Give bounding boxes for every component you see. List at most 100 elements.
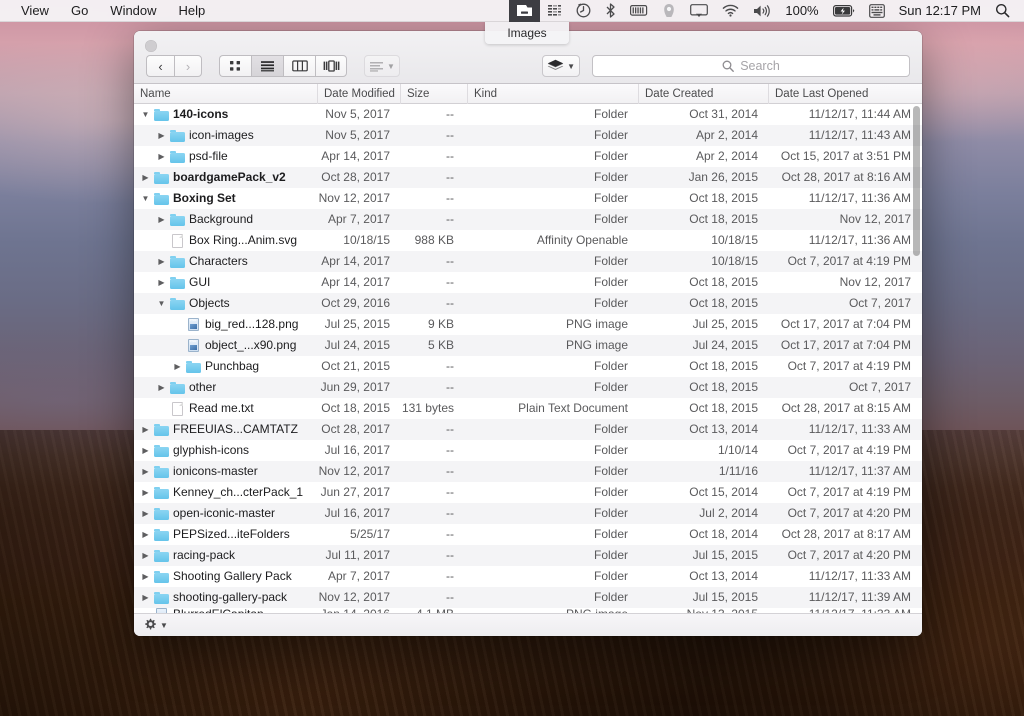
disclosure-triangle-closed[interactable]: ▶: [155, 146, 168, 167]
file-name-cell[interactable]: ▶Shooting Gallery Pack: [134, 566, 318, 587]
disclosure-triangle-closed[interactable]: ▶: [139, 503, 152, 524]
file-list[interactable]: ▼140-iconsNov 5, 2017--FolderOct 31, 201…: [134, 104, 922, 613]
disclosure-triangle-closed[interactable]: ▶: [139, 482, 152, 503]
table-row[interactable]: ▶object_...x90.pngJul 24, 20155 KBPNG im…: [134, 335, 922, 356]
table-row[interactable]: ▶ionicons-masterNov 12, 2017--Folder1/11…: [134, 461, 922, 482]
file-name-cell[interactable]: ▶ionicons-master: [134, 461, 318, 482]
file-name-cell[interactable]: ▶Box Ring...Anim.svg: [134, 230, 318, 251]
menu-go[interactable]: Go: [60, 0, 99, 22]
disclosure-triangle-closed[interactable]: ▶: [155, 125, 168, 146]
disclosure-triangle-closed[interactable]: ▶: [139, 545, 152, 566]
file-name-cell[interactable]: ▶object_...x90.png: [134, 335, 318, 356]
airplay-icon[interactable]: [683, 0, 715, 22]
table-row[interactable]: ▶shooting-gallery-packNov 12, 2017--Fold…: [134, 587, 922, 608]
table-row[interactable]: ▶icon-imagesNov 5, 2017--FolderApr 2, 20…: [134, 125, 922, 146]
wifi-icon[interactable]: [715, 0, 746, 22]
icon-view-button[interactable]: [219, 55, 251, 77]
file-name-cell[interactable]: ▶icon-images: [134, 125, 318, 146]
menu-view[interactable]: View: [10, 0, 60, 22]
table-row[interactable]: ▶PunchbagOct 21, 2015--FolderOct 18, 201…: [134, 356, 922, 377]
file-name-cell[interactable]: ▶PEPSized...iteFolders: [134, 524, 318, 545]
scanner-icon[interactable]: [509, 0, 540, 22]
disclosure-triangle-open[interactable]: ▼: [139, 104, 152, 125]
file-name-cell[interactable]: ▼Boxing Set: [134, 188, 318, 209]
search-input[interactable]: Search: [592, 55, 910, 77]
table-row[interactable]: ▶BlurredElCapitanJan 14, 20164.1 MBPNG i…: [134, 608, 922, 613]
menu-window[interactable]: Window: [99, 0, 167, 22]
file-name-cell[interactable]: ▶Punchbag: [134, 356, 318, 377]
file-name-cell[interactable]: ▶Read me.txt: [134, 398, 318, 419]
table-row[interactable]: ▶glyphish-iconsJul 16, 2017--Folder1/10/…: [134, 440, 922, 461]
table-row[interactable]: ▶FREEUIAS...CAMTATZOct 28, 2017--FolderO…: [134, 419, 922, 440]
disclosure-triangle-closed[interactable]: ▶: [139, 440, 152, 461]
vertical-scrollbar[interactable]: [913, 106, 920, 256]
table-row[interactable]: ▶Read me.txtOct 18, 2015131 bytesPlain T…: [134, 398, 922, 419]
disclosure-triangle-closed[interactable]: ▶: [139, 167, 152, 188]
table-row[interactable]: ▼ObjectsOct 29, 2016--FolderOct 18, 2015…: [134, 293, 922, 314]
disclosure-triangle-closed[interactable]: ▶: [139, 461, 152, 482]
forward-button[interactable]: ›: [174, 55, 202, 77]
file-name-cell[interactable]: ▶other: [134, 377, 318, 398]
disclosure-triangle-open[interactable]: ▼: [139, 188, 152, 209]
column-view-button[interactable]: [283, 55, 315, 77]
back-button[interactable]: ‹: [146, 55, 174, 77]
volume-icon[interactable]: [746, 0, 778, 22]
file-name-cell[interactable]: ▶boardgamePack_v2: [134, 167, 318, 188]
column-header-created[interactable]: Date Created: [639, 84, 769, 104]
charging-battery-icon[interactable]: [826, 0, 862, 22]
file-name-cell[interactable]: ▼Objects: [134, 293, 318, 314]
disclosure-triangle-closed[interactable]: ▶: [155, 251, 168, 272]
spotlight-icon[interactable]: [988, 0, 1017, 22]
table-row[interactable]: ▶boardgamePack_v2Oct 28, 2017--FolderJan…: [134, 167, 922, 188]
column-header-opened[interactable]: Date Last Opened: [769, 84, 922, 104]
equalizer-icon[interactable]: [540, 0, 569, 22]
disclosure-triangle-closed[interactable]: ▶: [139, 566, 152, 587]
table-row[interactable]: ▶Kenney_ch...cterPack_1Jun 27, 2017--Fol…: [134, 482, 922, 503]
table-row[interactable]: ▶otherJun 29, 2017--FolderOct 18, 2015Oc…: [134, 377, 922, 398]
input-source-icon[interactable]: [862, 0, 892, 22]
table-row[interactable]: ▶open-iconic-masterJul 16, 2017--FolderJ…: [134, 503, 922, 524]
disclosure-triangle-open[interactable]: ▼: [155, 293, 168, 314]
table-row[interactable]: ▶BackgroundApr 7, 2017--FolderOct 18, 20…: [134, 209, 922, 230]
table-row[interactable]: ▶Shooting Gallery PackApr 7, 2017--Folde…: [134, 566, 922, 587]
battery-bar-icon[interactable]: [623, 0, 655, 22]
finder-window[interactable]: ‹ ›: [134, 31, 922, 636]
gallery-view-button[interactable]: [315, 55, 347, 77]
table-row[interactable]: ▶psd-fileApr 14, 2017--FolderApr 2, 2014…: [134, 146, 922, 167]
table-row[interactable]: ▼Boxing SetNov 12, 2017--FolderOct 18, 2…: [134, 188, 922, 209]
file-name-cell[interactable]: ▶BlurredElCapitan: [134, 608, 318, 613]
table-row[interactable]: ▶Box Ring...Anim.svg10/18/15988 KBAffini…: [134, 230, 922, 251]
disclosure-triangle-closed[interactable]: ▶: [171, 356, 184, 377]
column-header-kind[interactable]: Kind: [468, 84, 639, 104]
disclosure-triangle-closed[interactable]: ▶: [139, 524, 152, 545]
list-view-button[interactable]: [251, 55, 283, 77]
disclosure-triangle-closed[interactable]: ▶: [155, 209, 168, 230]
file-name-cell[interactable]: ▶big_red...128.png: [134, 314, 318, 335]
column-header-size[interactable]: Size: [401, 84, 468, 104]
disclosure-triangle-closed[interactable]: ▶: [155, 377, 168, 398]
table-row[interactable]: ▶PEPSized...iteFolders5/25/17--FolderOct…: [134, 524, 922, 545]
file-name-cell[interactable]: ▶racing-pack: [134, 545, 318, 566]
file-name-cell[interactable]: ▶psd-file: [134, 146, 318, 167]
disclosure-triangle-closed[interactable]: ▶: [139, 419, 152, 440]
table-row[interactable]: ▶CharactersApr 14, 2017--Folder10/18/15O…: [134, 251, 922, 272]
menu-clock[interactable]: Sun 12:17 PM: [892, 0, 988, 22]
menu-help[interactable]: Help: [168, 0, 217, 22]
file-name-cell[interactable]: ▶FREEUIAS...CAMTATZ: [134, 419, 318, 440]
file-name-cell[interactable]: ▶Background: [134, 209, 318, 230]
file-name-cell[interactable]: ▶open-iconic-master: [134, 503, 318, 524]
column-header-name[interactable]: Name: [134, 84, 318, 104]
file-name-cell[interactable]: ▼140-icons: [134, 104, 318, 125]
table-row[interactable]: ▶GUIApr 14, 2017--FolderOct 18, 2015Nov …: [134, 272, 922, 293]
file-name-cell[interactable]: ▶glyphish-icons: [134, 440, 318, 461]
gear-icon[interactable]: [143, 618, 157, 632]
time-machine-icon[interactable]: [569, 0, 598, 22]
arrange-button[interactable]: ▼: [364, 55, 400, 77]
table-row[interactable]: ▶big_red...128.pngJul 25, 20159 KBPNG im…: [134, 314, 922, 335]
share-button[interactable]: ▼: [542, 55, 580, 77]
file-name-cell[interactable]: ▶Characters: [134, 251, 318, 272]
file-name-cell[interactable]: ▶GUI: [134, 272, 318, 293]
disclosure-triangle-closed[interactable]: ▶: [155, 272, 168, 293]
file-name-cell[interactable]: ▶Kenney_ch...cterPack_1: [134, 482, 318, 503]
bluetooth-icon[interactable]: [598, 0, 623, 22]
